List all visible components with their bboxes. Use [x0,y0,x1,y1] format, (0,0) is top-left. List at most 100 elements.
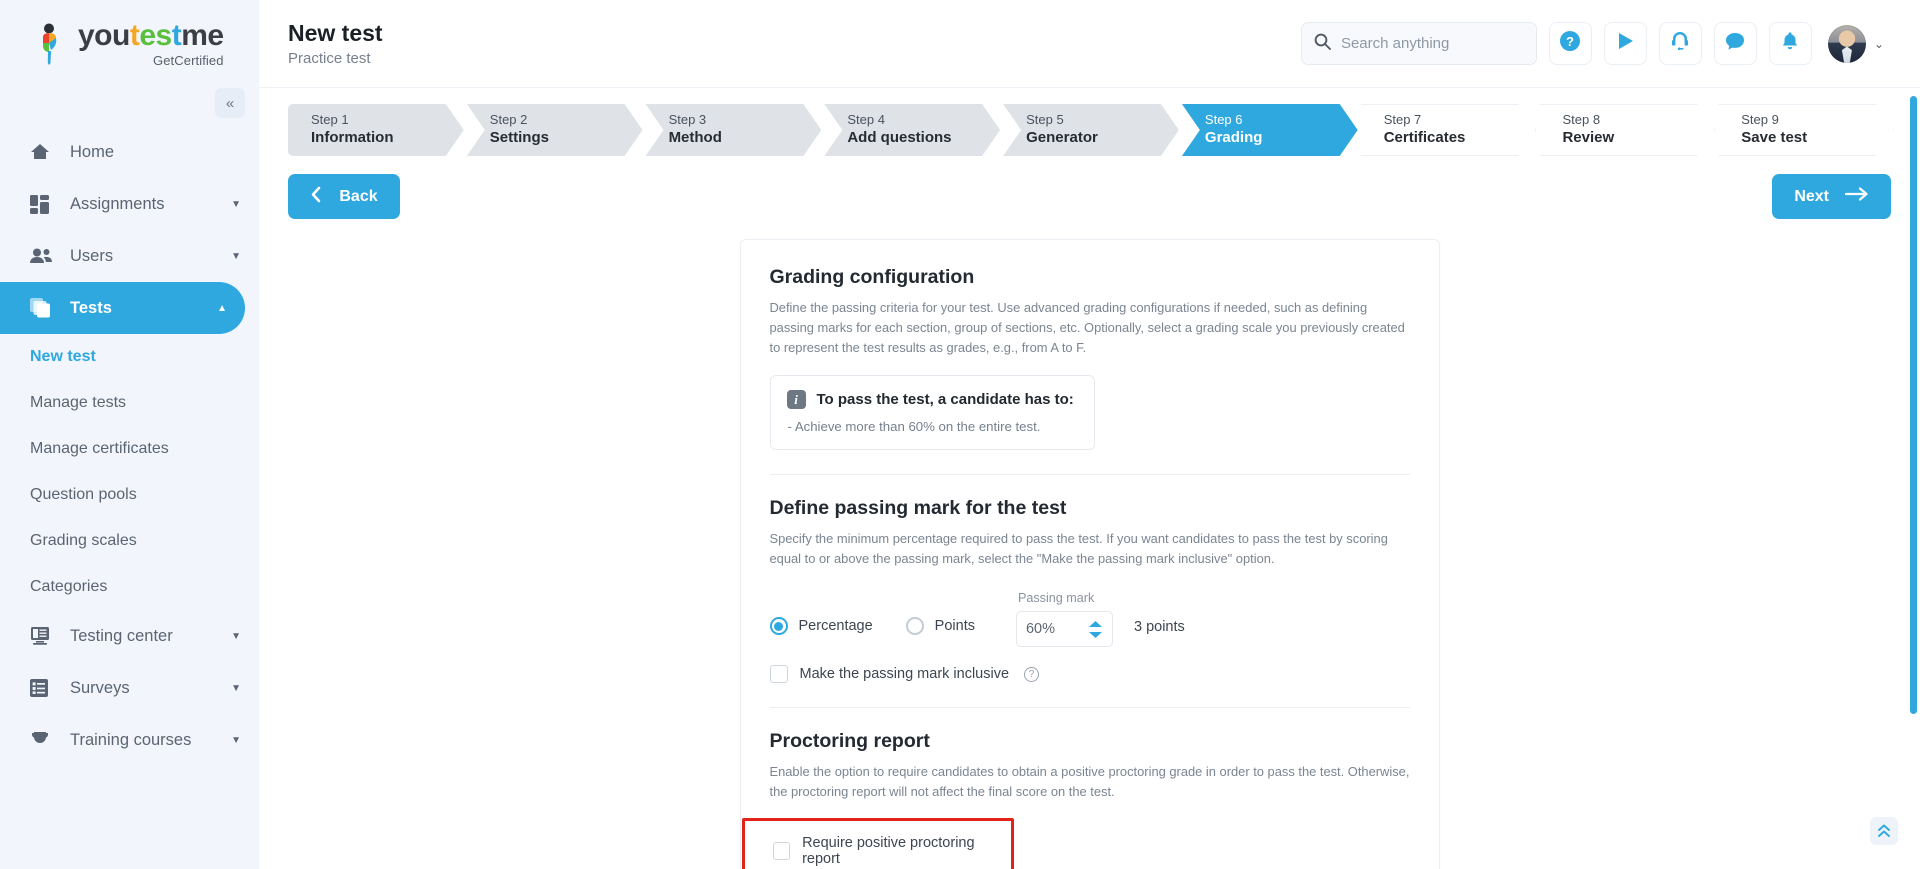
search-box[interactable] [1300,22,1537,65]
sidebar-item-testing-center[interactable]: Testing center ▼ [0,610,259,662]
radio-percentage[interactable]: Percentage [769,617,873,647]
sidebar-item-training-courses[interactable]: Training courses ▼ [0,714,259,766]
sidebar-subitem-label: Grading scales [30,532,137,549]
step-number: Step 7 [1383,112,1422,128]
sidebar-subitem-label: Manage certificates [30,440,169,457]
step-label: Settings [489,129,549,147]
wizard-step-3[interactable]: Step 3 Method [646,104,822,156]
chat-icon [1725,31,1745,56]
back-button[interactable]: Back [288,174,400,219]
passing-mark-input[interactable] [1025,621,1072,637]
wizard-navigation: Back Next [259,160,1920,219]
passing-mark-field-label: Passing mark [1017,591,1095,605]
top-bar: New test Practice test ? [259,0,1920,88]
help-button[interactable]: ? [1548,22,1592,65]
brand-part-4: t [171,18,182,52]
sidebar-nav: Home Assignments ▼ Users ▼ Tests ▲ New t… [0,126,259,766]
sidebar-item-surveys[interactable]: Surveys ▼ [0,662,259,714]
step-number: Step 4 [847,112,885,128]
make-passing-mark-inclusive-row[interactable]: Make the passing mark inclusive ? [769,665,1410,683]
sidebar-subitem-label: Categories [30,578,108,595]
step-number: Step 1 [311,112,349,128]
step-number: Step 8 [1562,112,1601,128]
require-positive-proctoring-row[interactable]: Require positive proctoring report [772,835,1011,867]
training-courses-icon [30,731,56,749]
search-icon [1314,33,1331,55]
search-input[interactable] [1340,35,1524,52]
step-label: Method [668,129,722,147]
sidebar-subitem-label: Manage tests [30,394,127,411]
user-menu[interactable]: ⌄ [1827,24,1884,63]
radio-points[interactable]: Points [905,617,975,647]
spinner-up-down-icon[interactable] [1088,620,1103,638]
passing-mark-controls: Percentage Points Passing mark 3 point [769,591,1410,647]
wizard-step-6[interactable]: Step 6 Grading [1182,104,1358,156]
sidebar-subitem-grading-scales[interactable]: Grading scales [0,518,259,564]
sidebar-item-users[interactable]: Users ▼ [0,230,259,282]
sidebar-item-home[interactable]: Home [0,126,259,178]
step-label: Certificates [1383,129,1466,147]
step-label: Information [311,129,394,147]
tests-icon [30,298,56,318]
brand-logo[interactable]: youtestme GetCertified [0,0,259,88]
proctoring-report-description: Enable the option to require candidates … [769,764,1410,799]
passing-mark-input-wrapper[interactable] [1015,611,1113,647]
sidebar-item-assignments[interactable]: Assignments ▼ [0,178,259,230]
support-button[interactable] [1658,22,1702,65]
next-button[interactable]: Next [1772,174,1891,219]
wizard-step-9[interactable]: Step 9 Save test [1718,104,1894,156]
wizard-step-7[interactable]: Step 7 Certificates [1361,104,1537,156]
sidebar-item-tests[interactable]: Tests ▲ [0,282,245,334]
step-label: Save test [1741,129,1808,147]
step-number: Step 3 [668,112,707,128]
sidebar-item-label: Testing center [70,626,173,645]
proctoring-report-title: Proctoring report [769,730,930,752]
notifications-button[interactable] [1768,22,1812,65]
page-header: New test Practice test [288,20,383,68]
wizard-step-4[interactable]: Step 4 Add questions [824,104,1000,156]
sidebar-collapse-button[interactable]: « [215,88,245,118]
chat-button[interactable] [1713,22,1757,65]
wizard-step-8[interactable]: Step 8 Review [1539,104,1715,156]
step-label: Generator [1026,129,1098,147]
info-icon: i [786,390,806,409]
require-positive-proctoring-checkbox[interactable] [772,842,791,860]
radio-percentage-label: Percentage [798,618,873,634]
assignments-icon [30,194,56,214]
sidebar-subitem-label: Question pools [30,486,137,503]
wizard-step-5[interactable]: Step 5 Generator [1003,104,1179,156]
sidebar-subitem-categories[interactable]: Categories [0,564,259,610]
wizard-step-2[interactable]: Step 2 Settings [467,104,643,156]
collapse-chevrons-icon: « [225,94,235,112]
brand-part-1: you [78,18,130,52]
play-icon [1615,31,1635,56]
sidebar-subitem-new-test[interactable]: New test [0,334,259,380]
sidebar-item-label: Training courses [70,730,192,749]
sidebar-subitem-manage-certificates[interactable]: Manage certificates [0,426,259,472]
vertical-scrollbar[interactable] [1910,96,1917,865]
grading-configuration-description: Define the passing criteria for your tes… [769,300,1405,355]
brand-part-5: me [181,18,224,52]
svg-text:?: ? [1566,34,1574,49]
radio-points-indicator [905,617,924,635]
sidebar-subitem-label: New test [30,348,96,365]
sidebar-subitem-question-pools[interactable]: Question pools [0,472,259,518]
chevron-down-icon: ▼ [231,630,241,642]
divider [769,474,1410,475]
notifications-bell-icon [1780,31,1800,56]
make-passing-mark-inclusive-checkbox[interactable] [769,665,788,683]
scrollbar-thumb[interactable] [1910,96,1917,714]
sidebar-subitem-manage-tests[interactable]: Manage tests [0,380,259,426]
chevron-down-icon: ▼ [231,198,241,210]
scroll-to-top-button[interactable] [1870,817,1898,845]
brand-tagline: GetCertified [153,52,224,68]
wizard-step-1[interactable]: Step 1 Information [288,104,464,156]
sidebar-item-label: Tests [70,298,112,317]
play-tutorial-button[interactable] [1603,22,1647,65]
chevron-down-icon: ▼ [231,250,241,262]
youtestme-logo-icon [30,22,70,66]
back-button-label: Back [339,187,378,205]
passing-mark-field-group: Passing mark [1015,591,1113,647]
pass-criteria-info-box: i To pass the test, a candidate has to: … [769,375,1095,450]
question-mark-icon[interactable]: ? [1024,666,1040,682]
